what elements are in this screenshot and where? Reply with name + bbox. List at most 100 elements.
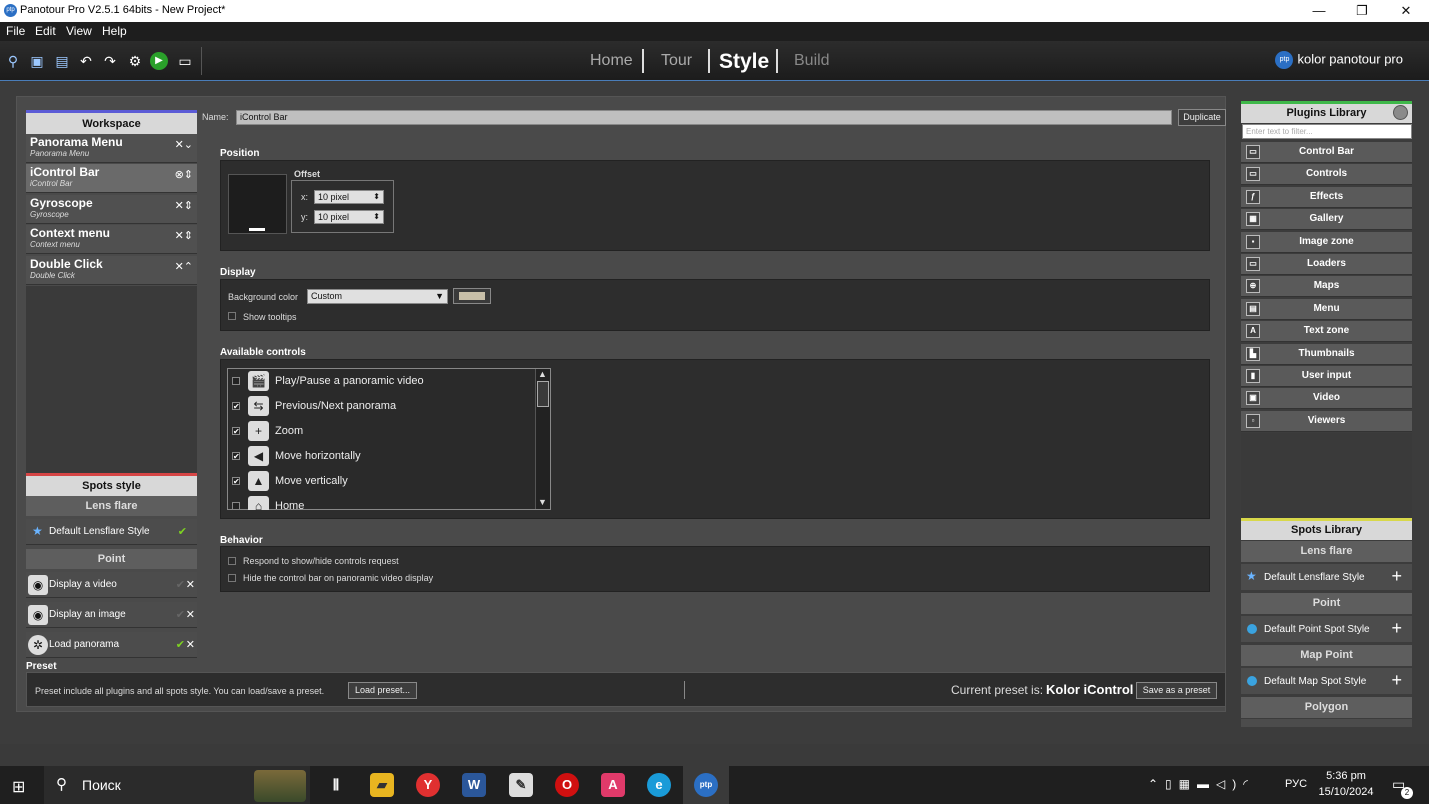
language-indicator[interactable]: РУС (1285, 778, 1307, 790)
task-view-icon[interactable]: ⫼ (324, 773, 348, 797)
notepad-icon[interactable]: ✎ (509, 773, 533, 797)
plugin-item[interactable]: ▙ Thumbnails (1241, 343, 1412, 365)
spots-library-default-lensflare[interactable]: ★ Default Lensflare Style + (1241, 564, 1412, 590)
control-checkbox[interactable]: ✔ (232, 452, 240, 461)
add-icon[interactable]: + (1391, 618, 1402, 639)
edge-icon[interactable]: e (647, 773, 671, 797)
menu-help[interactable]: Help (102, 24, 127, 38)
library-toggle-icon[interactable] (1393, 105, 1408, 120)
remove-move-controls-icon[interactable]: ⊗⇕ (175, 168, 193, 181)
scroll-down-icon[interactable]: ▼ (538, 497, 547, 507)
add-icon[interactable]: + (1391, 566, 1402, 587)
scrollbar-thumb[interactable] (537, 381, 549, 407)
folder-icon[interactable]: ▭ (175, 51, 195, 71)
plugin-item[interactable]: ▭ Loaders (1241, 254, 1412, 275)
spots-library-default-point[interactable]: Default Point Spot Style + (1241, 616, 1412, 642)
plugin-item[interactable]: ▭ Controls (1241, 164, 1412, 186)
spot-style-load-panorama[interactable]: ✲ Load panorama ✔ ✕ (26, 632, 197, 658)
spin-arrows-icon[interactable]: ⬍ (373, 191, 380, 203)
respond-show-hide-checkbox[interactable] (228, 557, 236, 565)
maximize-button[interactable]: ❐ (1340, 0, 1384, 22)
undo-icon[interactable]: ↶ (76, 51, 96, 71)
control-row[interactable]: ⌂ Home (228, 494, 533, 510)
plugin-item[interactable]: A Text zone (1241, 321, 1412, 343)
plugin-item[interactable]: ▭ Control Bar (1241, 142, 1412, 163)
settings-gear-icon[interactable]: ⚙ (125, 51, 145, 71)
acrobat-icon[interactable]: A (601, 773, 625, 797)
offset-y-spinbox[interactable]: 10 pixel ⬍ (314, 210, 384, 224)
panotour-taskbar-icon[interactable]: ptp (694, 773, 718, 797)
plugin-item[interactable]: ⊕ Maps (1241, 276, 1412, 298)
remove-move-controls-icon[interactable]: ✕⇕ (175, 199, 193, 212)
add-icon[interactable]: + (1391, 670, 1402, 691)
plugin-item[interactable]: ▣ Video (1241, 388, 1412, 410)
tab-build[interactable]: Build (794, 52, 830, 70)
plugin-item[interactable]: ▫ Viewers (1241, 410, 1412, 432)
control-checkbox[interactable]: ✔ (232, 402, 240, 411)
control-row[interactable]: 🎬 Play/Pause a panoramic video (228, 369, 533, 393)
name-field[interactable]: iControl Bar (236, 110, 1172, 125)
spot-style-default-lensflare[interactable]: ★ Default Lensflare Style ✔ (26, 519, 197, 545)
anchor-selector[interactable] (228, 174, 287, 234)
opera-icon[interactable]: O (555, 773, 579, 797)
control-checkbox[interactable]: ✔ (232, 427, 240, 436)
close-button[interactable]: ✕ (1384, 0, 1428, 22)
control-row[interactable]: ✔ + Zoom (228, 419, 533, 443)
search-project-icon[interactable]: ⚲ (3, 51, 23, 71)
offset-x-spinbox[interactable]: 10 pixel ⬍ (314, 190, 384, 204)
spot-style-display-image[interactable]: ◉ Display an image ✔ ✕ (26, 602, 197, 628)
show-tooltips-checkbox[interactable] (228, 312, 236, 320)
spots-library-default-map[interactable]: Default Map Spot Style + (1241, 668, 1412, 694)
remove-icon[interactable]: ✕ (186, 638, 195, 651)
menu-view[interactable]: View (66, 24, 92, 38)
tab-home[interactable]: Home (590, 52, 633, 70)
duplicate-button[interactable]: Duplicate (1178, 109, 1226, 126)
workspace-item-double-click[interactable]: Double Click Double Click ✕⌃ (26, 256, 197, 285)
taskbar-search[interactable]: ⚲ Поиск (44, 766, 310, 804)
save-icon[interactable]: ▣ (27, 51, 47, 71)
workspace-item-context-menu[interactable]: Context menu Context menu ✕⇕ (26, 225, 197, 254)
redo-icon[interactable]: ↷ (100, 51, 120, 71)
yandex-browser-icon[interactable]: Y (416, 773, 440, 797)
word-icon[interactable]: W (462, 773, 486, 797)
control-row[interactable]: ✔ ⇆ Previous/Next panorama (228, 394, 533, 418)
system-tray-icons[interactable]: ⌃▯▦▬◁)◜ (1148, 777, 1255, 791)
anchor-bottom-center[interactable] (249, 228, 265, 231)
minimize-button[interactable]: — (1297, 0, 1341, 22)
menu-edit[interactable]: Edit (35, 24, 56, 38)
color-swatch[interactable] (453, 288, 491, 304)
plugin-item[interactable]: ▮ User input (1241, 366, 1412, 387)
windows-start-icon[interactable]: ⊞ (12, 777, 25, 797)
workspace-item-gyroscope[interactable]: Gyroscope Gyroscope ✕⇕ (26, 195, 197, 224)
menu-file[interactable]: File (6, 24, 25, 38)
control-row[interactable]: ✔ ◀ Move horizontally (228, 444, 533, 468)
load-preset-button[interactable]: Load preset... (348, 682, 417, 699)
tab-style[interactable]: Style (719, 50, 769, 74)
play-icon[interactable]: ▶ (150, 52, 168, 70)
spot-style-display-video[interactable]: ◉ Display a video ✔ ✕ (26, 572, 197, 598)
remove-icon[interactable]: ✕ (186, 578, 195, 591)
scroll-up-icon[interactable]: ▲ (538, 369, 547, 379)
controls-scrollbar[interactable]: ▲ ▼ (535, 369, 550, 509)
hide-on-video-checkbox[interactable] (228, 574, 236, 582)
plugin-item[interactable]: ▪ Image zone (1241, 231, 1412, 253)
remove-icon[interactable]: ✕ (186, 608, 195, 621)
tab-tour[interactable]: Tour (661, 52, 692, 70)
remove-move-controls-icon[interactable]: ✕⌄ (175, 138, 193, 151)
background-color-select[interactable]: Custom ▼ (307, 289, 448, 304)
spin-arrows-icon[interactable]: ⬍ (373, 211, 380, 223)
file-explorer-icon[interactable]: ▰ (370, 773, 394, 797)
control-checkbox[interactable]: ✔ (232, 477, 240, 486)
control-row[interactable]: ✔ ▲ Move vertically (228, 469, 533, 493)
control-checkbox[interactable] (232, 502, 240, 510)
plugin-item[interactable]: ▤ Menu (1241, 298, 1412, 320)
remove-move-controls-icon[interactable]: ✕⇕ (175, 229, 193, 242)
save-preset-button[interactable]: Save as a preset (1136, 682, 1217, 699)
plugin-item[interactable]: ƒ Effects (1241, 186, 1412, 208)
clock-time[interactable]: 5:36 pm (1318, 770, 1374, 782)
remove-move-controls-icon[interactable]: ✕⌃ (175, 260, 193, 273)
control-checkbox[interactable] (232, 377, 240, 385)
workspace-item-icontrol-bar[interactable]: iControl Bar iControl Bar ⊗⇕ (26, 164, 197, 193)
plugin-filter-input[interactable]: Enter text to filter... (1242, 124, 1412, 139)
workspace-item-panorama-menu[interactable]: Panorama Menu Panorama Menu ✕⌄ (26, 134, 197, 163)
